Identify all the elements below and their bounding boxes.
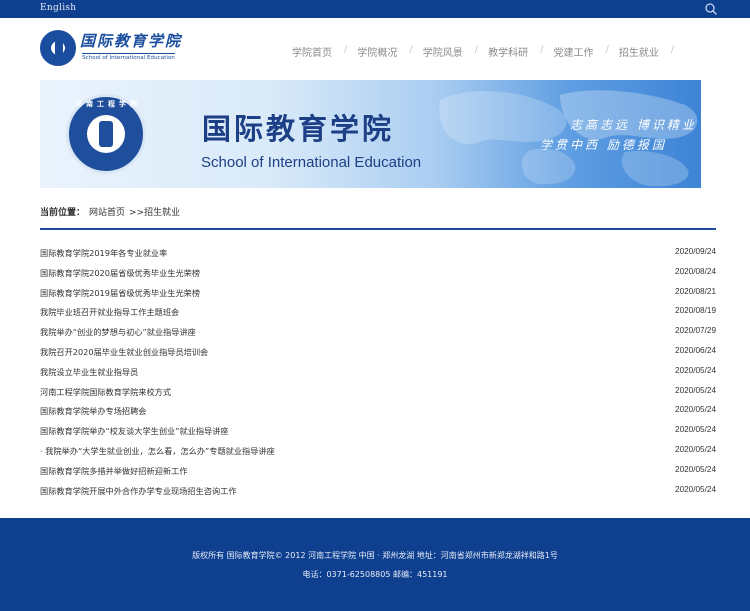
news-title-link[interactable]: 国际教育学院2019年各专业就业率 bbox=[40, 247, 167, 259]
list-item[interactable]: 我院设立毕业生就业指导员 2020/05/24 bbox=[40, 363, 716, 383]
news-title-link[interactable]: 我院召开2020届毕业生就业创业指导员培训会 bbox=[40, 346, 208, 358]
emblem-text: 河南工程学院 bbox=[75, 100, 141, 108]
news-title-link[interactable]: 国际教育学院2019届省级优秀毕业生光荣榜 bbox=[40, 287, 200, 299]
news-date: 2020/05/24 bbox=[675, 385, 716, 395]
news-title-link[interactable]: 我院毕业班召开就业指导工作主题班会 bbox=[40, 306, 179, 318]
site-logo[interactable]: 国际教育学院 School of International Education bbox=[40, 30, 190, 70]
footer-copyright: 版权所有 国际教育学院© 2012 河南工程学院 中国 · 郑州龙湖 地址：河南… bbox=[192, 551, 558, 560]
banner-motto-line2: 学贯中西 励德报国 bbox=[540, 138, 667, 152]
breadcrumb-divider bbox=[40, 228, 716, 230]
nav-separator: / bbox=[474, 44, 479, 55]
site-header: 国际教育学院 School of International Education… bbox=[0, 18, 750, 80]
list-item[interactable]: 我院召开2020届毕业生就业创业指导员培训会 2020/06/24 bbox=[40, 343, 716, 363]
banner-title-chinese: 国际教育学院 bbox=[202, 112, 395, 146]
news-date: 2020/08/21 bbox=[675, 286, 716, 296]
news-date: 2020/06/24 bbox=[675, 345, 716, 355]
news-title-link[interactable]: 我院举办“创业的梦想与初心”就业指导讲座 bbox=[40, 326, 196, 338]
news-date: 2020/05/24 bbox=[675, 365, 716, 375]
news-date: 2020/05/24 bbox=[675, 444, 716, 454]
nav-separator: / bbox=[670, 44, 675, 55]
list-item[interactable]: 国际教育学院举办“校友谈大学生创业”就业指导讲座 2020/05/24 bbox=[40, 422, 716, 442]
nav-separator: / bbox=[605, 44, 609, 55]
list-item[interactable]: 我院举办“创业的梦想与初心”就业指导讲座 2020/07/29 bbox=[40, 323, 716, 343]
news-date: 2020/08/24 bbox=[675, 266, 716, 276]
news-date: 2020/08/19 bbox=[675, 306, 716, 316]
news-title-link[interactable]: 国际教育学院举办“校友谈大学生创业”就业指导讲座 bbox=[40, 425, 229, 437]
nav-item-scenery[interactable]: 学院风景 bbox=[423, 44, 463, 59]
nav-item-overview[interactable]: 学院概况 bbox=[357, 44, 397, 59]
top-bar: English bbox=[0, 0, 750, 18]
news-date: 2020/09/24 bbox=[675, 247, 716, 256]
logo-chinese-name: 国际教育学院 bbox=[80, 32, 183, 50]
main-nav: 学院首页 / 学院概况 / 学院风景 / 教学科研 / 党建工作 / 招生就业 / bbox=[292, 44, 684, 59]
nav-separator: / bbox=[540, 44, 544, 55]
news-date: 2020/05/24 bbox=[675, 405, 716, 415]
news-title-link[interactable]: 国际教育学院2020届省级优秀毕业生光荣榜 bbox=[40, 267, 200, 279]
breadcrumb-home-link[interactable]: 网站首页 bbox=[89, 208, 125, 218]
site-footer: 版权所有 国际教育学院© 2012 河南工程学院 中国 · 郑州龙湖 地址：河南… bbox=[0, 518, 750, 611]
list-item[interactable]: 国际教育学院2019年各专业就业率 2020/09/24 bbox=[40, 244, 716, 264]
list-item[interactable]: 国际教育学院2019届省级优秀毕业生光荣榜 2020/08/21 bbox=[40, 284, 716, 304]
english-link[interactable]: English bbox=[40, 3, 76, 13]
news-title-link[interactable]: 河南工程学院国际教育学院来校方式 bbox=[40, 386, 171, 398]
nav-item-party-building[interactable]: 党建工作 bbox=[554, 44, 594, 59]
news-title-link[interactable]: 国际教育学院开展中外合作办学专业现场招生咨询工作 bbox=[40, 485, 237, 497]
footer-contact: 电话：0371-62508805 邮编：451191 bbox=[302, 570, 448, 579]
nav-item-teaching-research[interactable]: 教学科研 bbox=[488, 44, 528, 59]
list-item[interactable]: 国际教育学院2020届省级优秀毕业生光荣榜 2020/08/24 bbox=[40, 264, 716, 284]
list-item[interactable]: 国际教育学院多措并举做好招新迎新工作 2020/05/24 bbox=[40, 462, 716, 482]
news-date: 2020/05/24 bbox=[675, 425, 716, 435]
news-title-link[interactable]: · 我院举办“大学生就业创业，怎么看，怎么办”专题就业指导讲座 bbox=[40, 445, 275, 457]
banner-title-english: School of International Education bbox=[201, 154, 422, 171]
breadcrumb: 当前位置： 网站首页 >>招生就业 bbox=[40, 205, 180, 218]
breadcrumb-current: >>招生就业 bbox=[129, 208, 181, 218]
nav-separator: / bbox=[344, 44, 348, 55]
nav-item-home[interactable]: 学院首页 bbox=[292, 44, 332, 59]
hero-banner: 河南工程学院 国际教育学院 School of International Ed… bbox=[40, 80, 701, 188]
news-list: 国际教育学院2019年各专业就业率 2020/09/24 国际教育学院2020届省… bbox=[40, 244, 716, 501]
list-item[interactable]: · 我院举办“大学生就业创业，怎么看，怎么办”专题就业指导讲座 2020/05/2… bbox=[40, 442, 716, 462]
college-emblem-icon: 河南工程学院 bbox=[66, 94, 146, 174]
list-item[interactable]: 我院毕业班召开就业指导工作主题班会 2020/08/19 bbox=[40, 303, 716, 323]
search-icon[interactable] bbox=[704, 2, 718, 16]
news-date: 2020/07/29 bbox=[675, 326, 716, 336]
nav-separator: / bbox=[409, 44, 413, 55]
world-map-graphic bbox=[439, 90, 698, 187]
list-item[interactable]: 国际教育学院举办专场招聘会 2020/05/24 bbox=[40, 402, 716, 422]
news-date: 2020/05/24 bbox=[675, 464, 716, 474]
news-date: 2020/05/24 bbox=[675, 484, 716, 494]
breadcrumb-label: 当前位置： bbox=[40, 208, 86, 218]
news-title-link[interactable]: 国际教育学院举办专场招聘会 bbox=[40, 405, 146, 417]
college-seal-icon bbox=[40, 30, 76, 66]
news-title-link[interactable]: 国际教育学院多措并举做好招新迎新工作 bbox=[40, 465, 187, 477]
news-title-link[interactable]: 我院设立毕业生就业指导员 bbox=[40, 366, 138, 378]
banner-motto-line1: 志高志远 博识精业 bbox=[570, 118, 697, 132]
list-item[interactable]: 河南工程学院国际教育学院来校方式 2020/05/24 bbox=[40, 383, 716, 403]
logo-english-name: School of International Education bbox=[82, 53, 175, 61]
list-item[interactable]: 国际教育学院开展中外合作办学专业现场招生咨询工作 2020/05/24 bbox=[40, 482, 716, 502]
nav-item-admissions-employment[interactable]: 招生就业 bbox=[619, 44, 659, 59]
